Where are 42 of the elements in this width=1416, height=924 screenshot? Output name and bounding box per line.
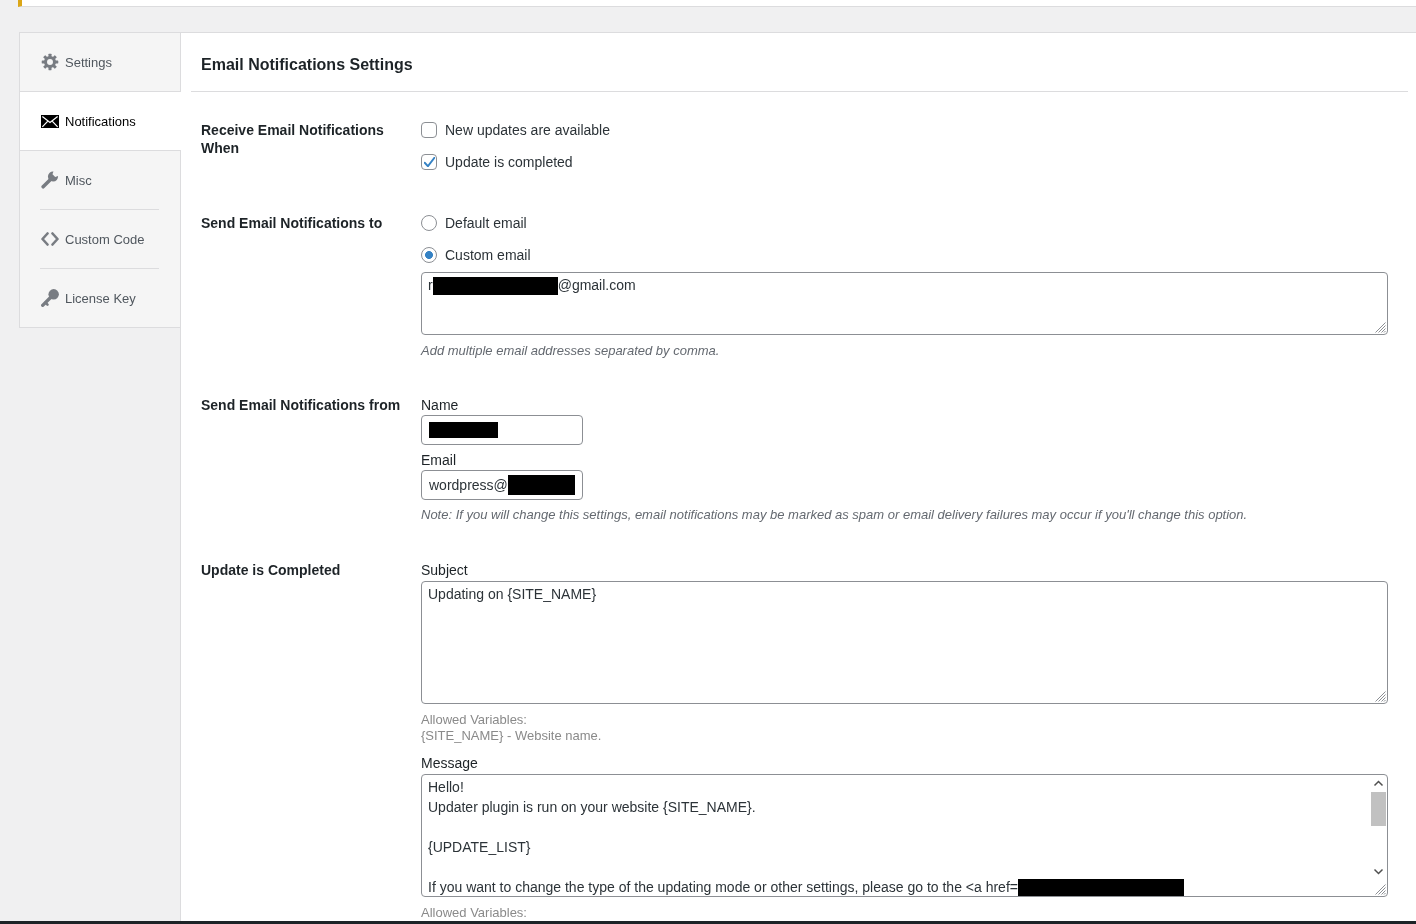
setting-label: Send Email Notifications from bbox=[201, 396, 402, 414]
sidebar-tab[interactable]: Custom Code bbox=[20, 210, 180, 268]
code-brackets-icon bbox=[41, 232, 59, 246]
checkbox[interactable] bbox=[421, 122, 437, 138]
key-icon bbox=[41, 289, 59, 307]
text-area[interactable]: Updating on {SITE_NAME} bbox=[421, 581, 1388, 704]
resize-grip-icon[interactable] bbox=[1375, 691, 1386, 702]
field-label: Subject bbox=[421, 561, 468, 579]
variable-description: {SITE_NAME} - Website name. bbox=[421, 728, 602, 744]
sidebar-tab[interactable]: License Key bbox=[20, 269, 180, 327]
setting-label: Send Email Notifications to bbox=[201, 214, 384, 232]
sidebar-tab[interactable]: Notifications bbox=[20, 91, 181, 151]
field-description: Add multiple email addresses separated by comma. bbox=[421, 342, 720, 360]
resize-grip-icon[interactable] bbox=[1375, 322, 1386, 333]
field-label: Name bbox=[421, 396, 459, 414]
email-textarea[interactable]: r @gmail.com bbox=[421, 272, 1388, 335]
sidebar-tab[interactable]: Misc bbox=[20, 151, 180, 209]
field-label: Message bbox=[421, 754, 478, 772]
checkbox[interactable] bbox=[421, 154, 437, 170]
field-note: Note: If you will change this settings, email notifications may be marked as spam or email delivery failures may occur if you'll change this option. bbox=[421, 506, 1248, 524]
text-input[interactable] bbox=[421, 415, 583, 445]
option-label: New updates are available bbox=[445, 121, 610, 140]
setting-label: Update is Completed bbox=[201, 561, 342, 579]
variables-heading: Allowed Variables: bbox=[421, 905, 527, 921]
scrollbar-thumb[interactable] bbox=[1371, 792, 1386, 826]
text-input[interactable]: wordpress@ bbox=[421, 470, 583, 500]
panel-title: Email Notifications Settings bbox=[201, 56, 413, 74]
setting-label: Receive Email Notifications When bbox=[201, 121, 385, 157]
field-label: Email bbox=[421, 451, 456, 469]
wrench-icon bbox=[41, 171, 59, 189]
gear-icon bbox=[41, 53, 59, 71]
checkmark-icon bbox=[423, 157, 435, 167]
option-label: Default email bbox=[445, 214, 527, 233]
sidebar-tab[interactable]: Settings bbox=[20, 33, 180, 91]
radio-button[interactable] bbox=[421, 247, 437, 263]
envelope-icon bbox=[41, 114, 59, 128]
variables-heading: Allowed Variables: bbox=[421, 712, 527, 728]
option-label: Custom email bbox=[445, 246, 531, 265]
option-label: Update is completed bbox=[445, 153, 573, 172]
text-area[interactable]: Hello! Updater plugin is run on your website {SITE_NAME}. {UPDATE_LIST} If you want to change the type of the updating mode or other settings, please go to the <a href= bbox=[421, 774, 1388, 897]
radio-button[interactable] bbox=[421, 215, 437, 231]
resize-grip-icon[interactable] bbox=[1375, 884, 1386, 895]
